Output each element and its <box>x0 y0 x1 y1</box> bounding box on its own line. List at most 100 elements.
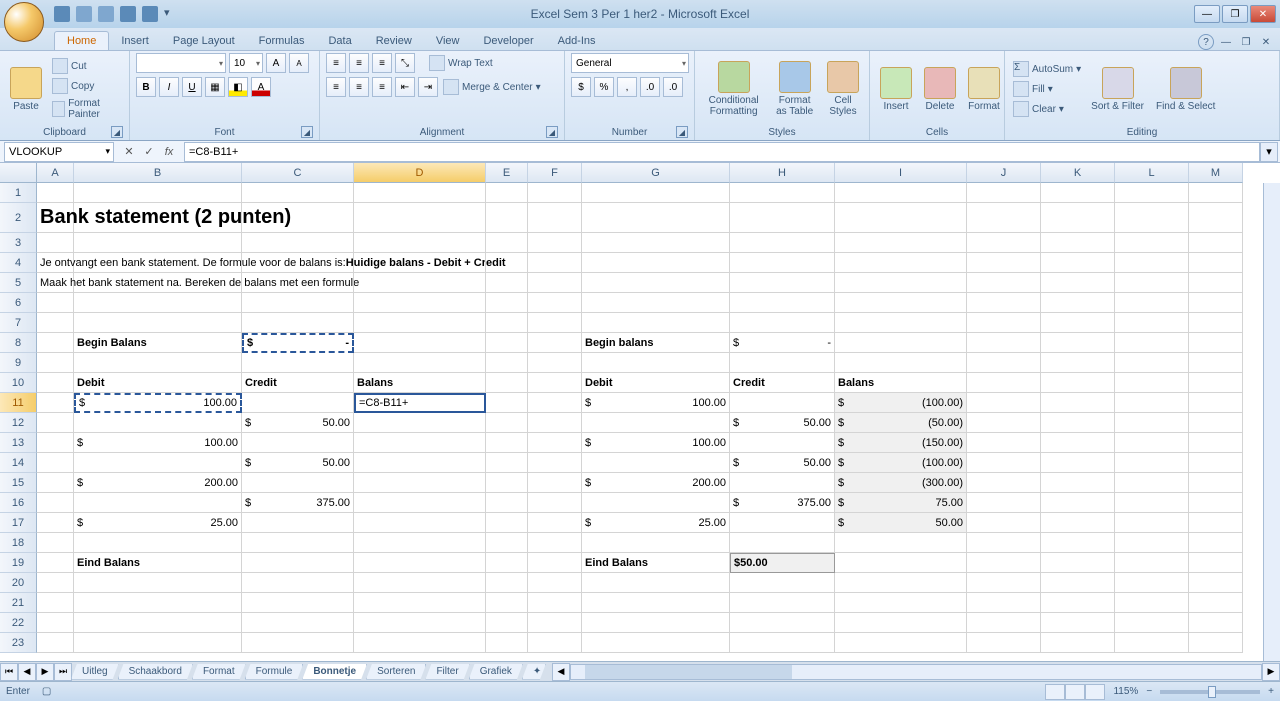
col-header-E[interactable]: E <box>486 163 528 183</box>
cell-H16[interactable]: $375.00 <box>730 493 835 513</box>
row-header-12[interactable]: 12 <box>0 413 37 433</box>
cell-F22[interactable] <box>528 613 582 633</box>
cell-K12[interactable] <box>1041 413 1115 433</box>
cell-H4[interactable] <box>730 253 835 273</box>
cell-E2[interactable] <box>486 203 528 233</box>
cell-L6[interactable] <box>1115 293 1189 313</box>
cell-J4[interactable] <box>967 253 1041 273</box>
cell-K14[interactable] <box>1041 453 1115 473</box>
cell-E3[interactable] <box>486 233 528 253</box>
cell-F13[interactable] <box>528 433 582 453</box>
cell-H15[interactable] <box>730 473 835 493</box>
cell-D2[interactable] <box>354 203 486 233</box>
insert-cells-button[interactable]: Insert <box>876 65 916 114</box>
cell-I5[interactable] <box>835 273 967 293</box>
cell-J6[interactable] <box>967 293 1041 313</box>
cell-M14[interactable] <box>1189 453 1243 473</box>
cell-B10[interactable]: Debit <box>74 373 242 393</box>
cell-I20[interactable] <box>835 573 967 593</box>
cell-B12[interactable] <box>74 413 242 433</box>
cell-K4[interactable] <box>1041 253 1115 273</box>
cell-B21[interactable] <box>74 593 242 613</box>
cell-J11[interactable] <box>967 393 1041 413</box>
horizontal-scrollbar[interactable] <box>570 664 1262 680</box>
cell-L23[interactable] <box>1115 633 1189 653</box>
cell-C23[interactable] <box>242 633 354 653</box>
name-box[interactable]: VLOOKUP <box>4 142 114 162</box>
row-header-5[interactable]: 5 <box>0 273 37 293</box>
cell-M1[interactable] <box>1189 183 1243 203</box>
col-header-B[interactable]: B <box>74 163 242 183</box>
sheet-tab-sorteren[interactable]: Sorteren <box>366 664 426 680</box>
cell-A9[interactable] <box>37 353 74 373</box>
row-header-20[interactable]: 20 <box>0 573 37 593</box>
cell-A22[interactable] <box>37 613 74 633</box>
cell-D6[interactable] <box>354 293 486 313</box>
cell-J10[interactable] <box>967 373 1041 393</box>
row-header-14[interactable]: 14 <box>0 453 37 473</box>
cell-F19[interactable] <box>528 553 582 573</box>
cell-B15[interactable]: $200.00 <box>74 473 242 493</box>
cell-K18[interactable] <box>1041 533 1115 553</box>
cell-A3[interactable] <box>37 233 74 253</box>
cell-D5[interactable] <box>354 273 486 293</box>
cell-K5[interactable] <box>1041 273 1115 293</box>
cell-J3[interactable] <box>967 233 1041 253</box>
cell-J14[interactable] <box>967 453 1041 473</box>
cell-J9[interactable] <box>967 353 1041 373</box>
cell-K2[interactable] <box>1041 203 1115 233</box>
cell-A1[interactable] <box>37 183 74 203</box>
cell-L9[interactable] <box>1115 353 1189 373</box>
cell-I19[interactable] <box>835 553 967 573</box>
cell-A17[interactable] <box>37 513 74 533</box>
format-cells-button[interactable]: Format <box>964 65 1004 114</box>
cell-E21[interactable] <box>486 593 528 613</box>
cell-G15[interactable]: $200.00 <box>582 473 730 493</box>
cell-K17[interactable] <box>1041 513 1115 533</box>
grow-font-button[interactable]: A <box>266 53 286 73</box>
cell-I23[interactable] <box>835 633 967 653</box>
increase-decimal-button[interactable]: .0 <box>640 77 660 97</box>
cell-C18[interactable] <box>242 533 354 553</box>
cell-C4[interactable] <box>242 253 354 273</box>
cell-I7[interactable] <box>835 313 967 333</box>
cell-J22[interactable] <box>967 613 1041 633</box>
cell-I8[interactable] <box>835 333 967 353</box>
cell-L16[interactable] <box>1115 493 1189 513</box>
sheet-tab-uitleg[interactable]: Uitleg <box>71 664 119 680</box>
cell-B2[interactable] <box>74 203 242 233</box>
cell-M9[interactable] <box>1189 353 1243 373</box>
normal-view-button[interactable] <box>1045 684 1065 700</box>
row-header-17[interactable]: 17 <box>0 513 37 533</box>
page-break-view-button[interactable] <box>1085 684 1105 700</box>
cell-F23[interactable] <box>528 633 582 653</box>
cell-L12[interactable] <box>1115 413 1189 433</box>
cell-F2[interactable] <box>528 203 582 233</box>
cell-G14[interactable] <box>582 453 730 473</box>
cell-M21[interactable] <box>1189 593 1243 613</box>
autosum-button[interactable]: ΣAutoSum▾ <box>1011 60 1083 78</box>
close-button[interactable]: ✕ <box>1250 5 1276 23</box>
zoom-in-button[interactable]: + <box>1268 686 1274 697</box>
cell-K8[interactable] <box>1041 333 1115 353</box>
cell-H11[interactable] <box>730 393 835 413</box>
cell-E22[interactable] <box>486 613 528 633</box>
cell-E4[interactable] <box>486 253 528 273</box>
cell-C6[interactable] <box>242 293 354 313</box>
cell-A13[interactable] <box>37 433 74 453</box>
cell-A15[interactable] <box>37 473 74 493</box>
align-bottom-button[interactable]: ≡ <box>372 53 392 73</box>
cell-H3[interactable] <box>730 233 835 253</box>
cell-I17[interactable]: $50.00 <box>835 513 967 533</box>
cell-A21[interactable] <box>37 593 74 613</box>
cell-M5[interactable] <box>1189 273 1243 293</box>
minimize-ribbon-icon[interactable]: — <box>1218 34 1234 50</box>
cell-A8[interactable] <box>37 333 74 353</box>
cell-J5[interactable] <box>967 273 1041 293</box>
cell-F17[interactable] <box>528 513 582 533</box>
cell-J13[interactable] <box>967 433 1041 453</box>
cell-K13[interactable] <box>1041 433 1115 453</box>
qat-dropdown-icon[interactable]: ▾ <box>164 6 174 22</box>
cell-L3[interactable] <box>1115 233 1189 253</box>
row-header-10[interactable]: 10 <box>0 373 37 393</box>
